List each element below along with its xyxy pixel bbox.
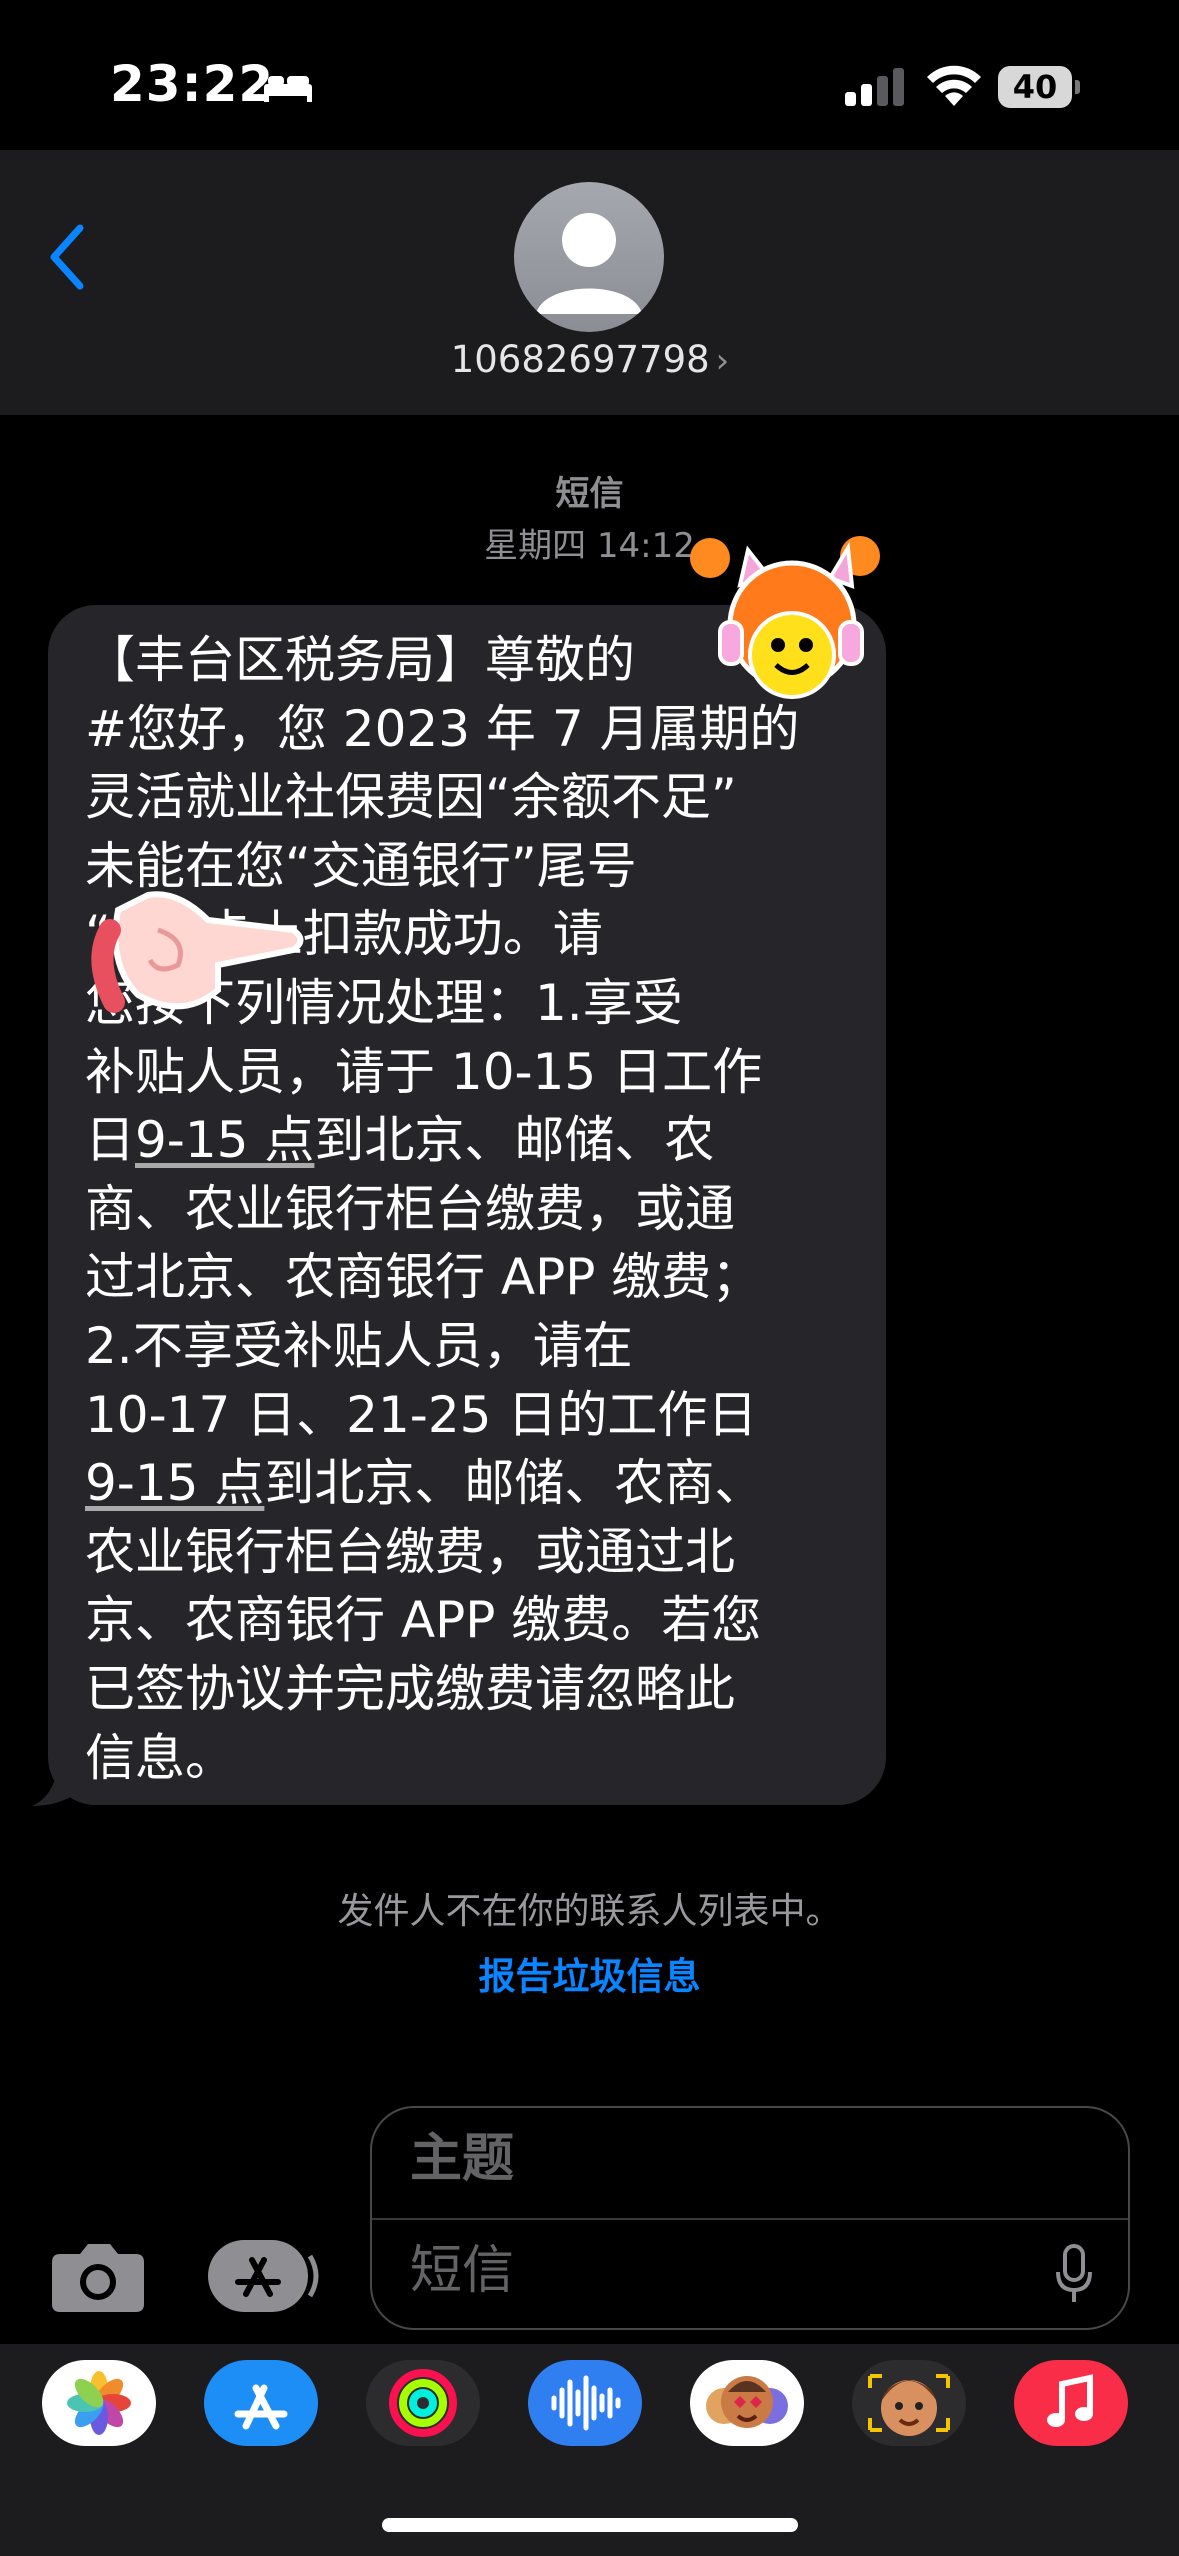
message-timestamp: 星期四 14:12 — [484, 526, 695, 566]
status-time: 23:22 — [110, 55, 275, 113]
person-icon — [536, 213, 642, 314]
report-junk-link[interactable]: 报告垃圾信息 — [0, 1946, 1179, 2000]
chevron-right-icon: › — [715, 341, 730, 381]
message-channel: 短信 — [555, 474, 624, 514]
chevron-left-icon[interactable] — [44, 222, 92, 292]
bed-icon — [264, 76, 312, 102]
bubble-tail — [32, 1740, 90, 1806]
time-link[interactable]: 9-15 点 — [135, 1111, 314, 1169]
memoji-stickers-icon[interactable] — [690, 2360, 804, 2446]
app-store-icon[interactable] — [204, 2360, 318, 2446]
camera-icon[interactable] — [50, 2240, 146, 2314]
contact-name[interactable]: 10682697798 › — [390, 338, 790, 381]
app-store-icon[interactable] — [206, 2236, 322, 2316]
pointing-hand-sticker-icon — [91, 891, 304, 1013]
time-link[interactable]: 9-15 点 — [85, 1454, 264, 1512]
battery-icon: 40 — [998, 66, 1080, 108]
fitness-icon[interactable] — [366, 2360, 480, 2446]
memoji-icon[interactable] — [852, 2360, 966, 2446]
signal-icon — [845, 68, 904, 106]
audio-message-icon[interactable] — [528, 2360, 642, 2446]
message-input[interactable] — [408, 2240, 1032, 2302]
contact-avatar[interactable] — [514, 182, 664, 332]
microphone-icon[interactable] — [1054, 2244, 1094, 2304]
music-icon[interactable] — [1014, 2360, 1128, 2446]
contact-number-text: 10682697798 — [450, 338, 710, 381]
subject-input[interactable] — [408, 2128, 1072, 2190]
message-text: 【丰台区税务局】尊敬的 #您好，您 2023 年 7 月属期的 灵活就业社保费因… — [85, 631, 800, 1787]
unknown-sender-notice: 发件人不在你的联系人列表中。 — [337, 1891, 842, 1932]
cat-headphones-sticker-icon — [690, 536, 880, 699]
battery-level: 40 — [998, 66, 1072, 108]
photos-icon[interactable] — [42, 2360, 156, 2446]
wifi-icon — [927, 65, 981, 106]
home-indicator[interactable] — [382, 2518, 798, 2532]
compose-divider — [372, 2218, 1128, 2220]
